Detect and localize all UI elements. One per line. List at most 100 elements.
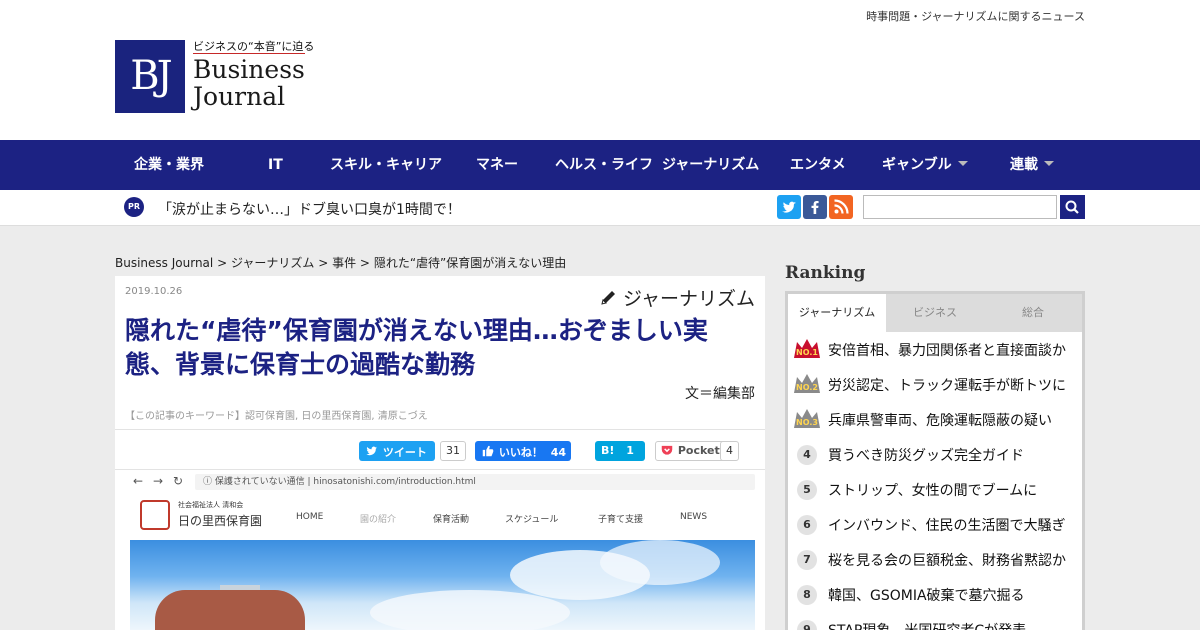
ranking-item[interactable]: 9 STAP現象、米国研究者Cが発表	[788, 612, 1082, 630]
tweet-button[interactable]: ツイート	[359, 441, 435, 461]
breadcrumb-incident[interactable]: 事件	[332, 256, 356, 270]
ranking-title: Ranking	[785, 263, 866, 283]
pocket-button[interactable]: Pocket	[655, 441, 726, 461]
ranking-item[interactable]: 4 買うべき防災グッズ完全ガイド	[788, 437, 1082, 472]
facebook-icon[interactable]	[803, 195, 827, 219]
article: 2019.10.26 ジャーナリズム 隠れた“虐待”保育園が消えない理由…おぞま…	[115, 276, 765, 630]
info-icon: ⓘ	[203, 477, 215, 487]
breadcrumb-home[interactable]: Business Journal	[115, 256, 213, 270]
twitter-icon[interactable]	[777, 195, 801, 219]
ranking-item-title: 兵庫県警車両、危険運転隠蔽の疑い	[828, 413, 1052, 429]
image-browser-bar: ← → ↻ ⓘ 保護されていない通信 | hinosatonishi.com/i…	[125, 472, 755, 492]
ranking-item-title: 買うべき防災グッズ完全ガイド	[828, 448, 1024, 464]
rss-icon[interactable]	[829, 195, 853, 219]
share-bar: ツイート 31 いいね！ 44 B! 1 Pocket 4	[115, 441, 765, 463]
thumbs-up-icon	[482, 445, 494, 457]
divider	[115, 469, 765, 470]
nav-item-it[interactable]: IT	[268, 140, 283, 190]
image-site-nav: 子育て支援	[598, 515, 644, 525]
reload-icon: ↻	[173, 474, 184, 488]
ranking-item[interactable]: 7 桜を見る会の巨額税金、財務省黙認か	[788, 542, 1082, 577]
image-site-nav: 保育活動	[433, 515, 470, 525]
cloud-shape	[600, 540, 720, 585]
ranking-item[interactable]: 5 ストリップ、女性の間でブームに	[788, 472, 1082, 507]
tweet-count: 31	[440, 441, 466, 461]
tab-journalism[interactable]: ジャーナリズム	[788, 294, 886, 332]
image-site-header: 社会福祉法人 清和会 日の里西保育園 HOME 園の紹介 保育活動 スケジュール…	[130, 500, 755, 538]
twitter-icon	[366, 446, 377, 456]
tweet-label: ツイート	[382, 446, 427, 459]
article-keywords: 【この記事のキーワード】認可保育園, 日の里西保育園, 清原こづえ	[125, 411, 428, 422]
rank-number: 5	[797, 480, 817, 500]
article-title: 隠れた“虐待”保育園が消えない理由…おぞましい実態、背景に保育士の過酷な勤務	[125, 316, 708, 379]
ranking-item-title: STAP現象、米国研究者Cが発表	[828, 620, 1078, 630]
nav-item-career[interactable]: スキル・キャリア	[330, 140, 442, 190]
forward-arrow-icon: →	[153, 474, 164, 488]
nav-item-entertainment[interactable]: エンタメ	[790, 140, 846, 190]
pocket-count: 4	[720, 441, 739, 461]
ranking-item[interactable]: NO.2 労災認定、トラック運転手が断トツに	[788, 367, 1082, 402]
breadcrumb-separator: >	[217, 256, 228, 270]
pr-bar: PR 「涙が止まらない…」ドブ臭い口臭が1時間で！	[0, 190, 1200, 226]
rank-1-badge-icon: NO.1	[794, 339, 820, 358]
like-count: 44	[550, 446, 566, 459]
rank-3-badge-icon: NO.3	[794, 409, 820, 428]
rank-number: 7	[797, 550, 817, 570]
pr-badge: PR	[124, 197, 144, 217]
image-site-name: 日の里西保育園	[178, 514, 263, 528]
chevron-down-icon	[1044, 161, 1054, 166]
nav-item-health[interactable]: ヘルス・ライフ	[555, 140, 653, 190]
nav-item-label: ジャーナリズム	[662, 157, 760, 173]
image-photo-sky	[130, 540, 755, 630]
ranking-item[interactable]: 8 韓国、GSOMIA破棄で墓穴掘る	[788, 577, 1082, 612]
breadcrumb: Business Journal > ジャーナリズム > 事件 > 隠れた“虐待…	[115, 254, 566, 271]
image-site-sub: 社会福祉法人 清和会	[178, 501, 244, 509]
article-category[interactable]: ジャーナリズム	[599, 284, 755, 311]
search-input[interactable]	[863, 195, 1057, 219]
breadcrumb-journalism[interactable]: ジャーナリズム	[231, 256, 314, 270]
nav-item-series[interactable]: 連載	[1010, 140, 1054, 190]
breadcrumb-separator: >	[359, 256, 370, 270]
nav-item-money[interactable]: マネー	[476, 140, 518, 190]
ranking-item[interactable]: NO.1 安倍首相、暴力団関係者と直接面談か	[788, 332, 1082, 367]
rank-badge-label: NO.3	[796, 418, 818, 427]
rank-badge-label: NO.1	[796, 348, 818, 357]
search-button[interactable]	[1060, 195, 1085, 219]
breadcrumb-separator: >	[318, 256, 329, 270]
pr-link[interactable]: 「涙が止まらない…」ドブ臭い口臭が1時間で！	[158, 199, 461, 219]
site-tagline: 時事問題・ジャーナリズムに関するニュース	[866, 10, 1085, 23]
nav-item-label: スキル・キャリア	[330, 157, 442, 173]
nav-item-journalism[interactable]: ジャーナリズム	[662, 140, 759, 190]
cloud-shape	[370, 590, 570, 630]
logo-mark: BJ	[115, 40, 185, 113]
logo-word-journal: Journal	[193, 82, 286, 111]
image-site-nav: スケジュール	[505, 515, 559, 525]
divider	[115, 429, 765, 430]
site-logo[interactable]: BJ ビジネスの“本音”に迫る Business Journal	[115, 38, 314, 118]
tab-overall[interactable]: 総合	[984, 294, 1082, 332]
logo-wordmark: Business Journal	[193, 56, 305, 110]
rank-number: 8	[797, 585, 817, 605]
rank-number: 6	[797, 515, 817, 535]
logo-word-business: Business	[193, 55, 305, 84]
ranking-item[interactable]: NO.3 兵庫県警車両、危険運転隠蔽の疑い	[788, 402, 1082, 437]
logo-catchphrase: ビジネスの“本音”に迫る	[193, 40, 315, 53]
like-label: いいね！	[498, 446, 543, 459]
nav-item-label: エンタメ	[790, 157, 846, 173]
hatena-count: 1	[626, 444, 634, 457]
image-url-text: 保護されていない通信 | hinosatonishi.com/introduct…	[214, 477, 476, 487]
tab-business[interactable]: ビジネス	[886, 294, 984, 332]
ranking-item[interactable]: 6 インバウンド、住民の生活圏で大騒ぎ	[788, 507, 1082, 542]
nav-item-label: 企業・業界	[134, 157, 204, 173]
nav-item-industry[interactable]: 企業・業界	[134, 140, 204, 190]
like-button[interactable]: いいね！ 44	[475, 441, 571, 461]
nav-item-gamble[interactable]: ギャンブル	[882, 140, 968, 190]
nav-item-label: マネー	[476, 157, 518, 173]
article-date: 2019.10.26	[125, 286, 183, 297]
article-category-label: ジャーナリズム	[622, 288, 755, 310]
hatena-bookmark-button[interactable]: B! 1	[595, 441, 645, 461]
rank-number: 9	[797, 620, 817, 630]
hatena-icon: B!	[601, 444, 615, 457]
ranking-item-title: 安倍首相、暴力団関係者と直接面談か	[828, 343, 1066, 359]
breadcrumb-current: 隠れた“虐待”保育園が消えない理由	[373, 256, 567, 270]
